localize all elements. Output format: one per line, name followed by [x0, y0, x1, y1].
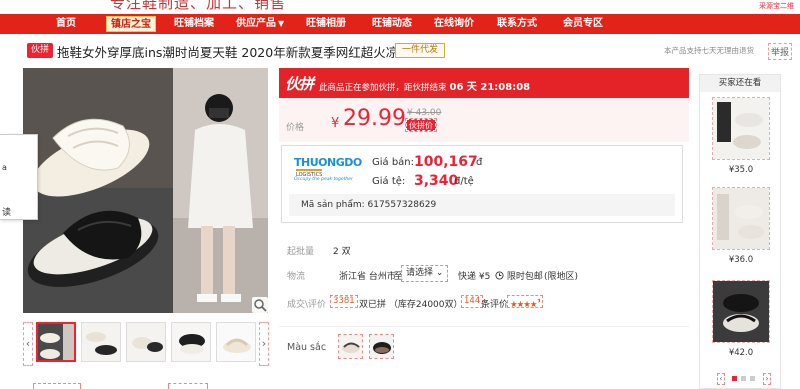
promo-text: 此商品正在参加伙拼，距伙拼结束 06 天 21:08:08 [319, 78, 530, 93]
buyers-also-viewed: 买家还在看 ¥35.0 ¥36.0 ¥42.0 [699, 74, 781, 389]
shop-slogan: 专注鞋制造、加工、销售 [110, 0, 287, 12]
nav-member[interactable]: 会员专区 [563, 14, 603, 34]
report-link[interactable]: 举报 [768, 43, 793, 60]
floating-side-panel: a 读 [0, 134, 38, 220]
thuongdo-logo: THUONGDO LOGISTICS Occupy the peak toget… [294, 156, 368, 184]
side-panel-text: a [2, 163, 7, 172]
countdown-timer: 06 天 21:08:08 [449, 82, 531, 93]
magnifier-icon [254, 299, 267, 312]
deals-label: 成交\评价 [287, 300, 327, 310]
recommended-item[interactable]: ¥36.0 [708, 187, 774, 265]
sold-count[interactable]: 3381 [330, 295, 358, 308]
thumbnail-5[interactable] [216, 322, 256, 362]
group-price-badge: 伙拼价 [405, 118, 437, 132]
price-currency: ¥ [331, 116, 340, 131]
nav-shop-profile[interactable]: 旺铺档案 [174, 14, 214, 34]
product-photo [23, 68, 268, 313]
recommended-item[interactable]: ¥35.0 [708, 97, 774, 175]
sold-text: 双已拼 （库存24000双） [359, 300, 463, 310]
destination-select[interactable]: 请选择 ⌄ [401, 265, 449, 282]
pager-dot[interactable] [750, 376, 755, 381]
recommended-item-price: ¥36.0 [728, 255, 754, 265]
bottom-link-box[interactable] [168, 383, 208, 389]
min-order-value: 2 双 [333, 247, 351, 257]
qr-code-link[interactable]: 采源宝二维 [759, 1, 794, 11]
bottom-link-box[interactable] [33, 383, 81, 389]
top-banner: 专注鞋制造、加工、销售 采源宝二维 [0, 0, 800, 14]
exchange-rate-unit: đ/tệ [454, 176, 474, 187]
exchange-rate-value: 3,340 [414, 173, 459, 189]
recommended-item-price: ¥35.0 [728, 165, 754, 175]
buyers-also-viewed-title: 买家还在看 [700, 75, 780, 92]
exchange-rate-label: Giá tệ: [372, 176, 406, 187]
region-limit: (限地区) [544, 272, 579, 282]
group-buy-tag: 伙拼 [27, 43, 54, 58]
thumbnail-4[interactable] [171, 322, 211, 362]
free-shipping-text: 限时包邮 [506, 272, 543, 282]
recommended-item-image [712, 280, 770, 343]
color-swatch-black[interactable] [369, 334, 394, 359]
chevron-left-icon[interactable]: ‹ [717, 373, 725, 385]
express-fee: 快递 ¥5 [458, 272, 491, 282]
recommended-item[interactable]: ¥42.0 [708, 280, 774, 358]
sell-price-value: 100,167 [414, 154, 478, 170]
group-buy-promo-bar: 伙拼 此商品正在参加伙拼，距伙拼结束 06 天 21:08:08 [279, 68, 689, 98]
recommended-item-price: ¥42.0 [728, 348, 754, 358]
dropship-badge[interactable]: 一件代发 [395, 43, 446, 58]
min-order-label: 起批量 [287, 247, 315, 257]
logistics-origin: 浙江省 台州市 [339, 272, 396, 282]
recommended-item-image [712, 97, 770, 160]
product-title-row: 伙拼 拖鞋女外穿厚底ins潮时尚夏天鞋 2020年新款夏季网红超火凉拖 一件代发… [0, 40, 800, 62]
product-title: 拖鞋女外穿厚底ins潮时尚夏天鞋 2020年新款夏季网红超火凉拖 [57, 45, 411, 60]
free-shipping-limited: 限时包邮 [495, 269, 543, 282]
main-product-image[interactable] [23, 68, 268, 313]
nav-products-label: 供应产品 [236, 18, 276, 29]
zoom-button[interactable] [252, 297, 268, 313]
recommended-item-image [712, 187, 770, 250]
logistics-label: 物流 [287, 272, 306, 282]
chevron-down-icon: ⌄ [435, 268, 444, 278]
original-price: ¥ 43.00 [407, 108, 442, 118]
nav-contact[interactable]: 联系方式 [497, 14, 537, 34]
recommendation-pager: ‹ › [714, 373, 774, 385]
review-count[interactable]: 144 [461, 295, 484, 308]
chevron-left-icon[interactable]: ‹ [23, 322, 33, 366]
group-buy-logo: 伙拼 [285, 75, 314, 93]
nav-home[interactable]: 首页 [56, 14, 76, 34]
clock-icon [495, 271, 504, 280]
thumbnail-strip: ‹ › [23, 322, 273, 366]
promo-message: 此商品正在参加伙拼，距伙拼结束 [319, 83, 447, 93]
thumbnail-1[interactable] [36, 322, 76, 362]
logo-main-text: THUONGDO [294, 156, 362, 169]
pager-dot[interactable] [732, 376, 737, 381]
section-divider [279, 326, 689, 327]
thumbnail-2[interactable] [81, 322, 121, 362]
side-panel-read[interactable]: 读 [2, 205, 11, 218]
nav-inquiry[interactable]: 在线询价 [434, 14, 474, 34]
dropdown-caret-icon: ▼ [278, 19, 285, 28]
chevron-right-icon[interactable]: › [259, 322, 269, 366]
nav-featured-badge[interactable]: 镇店之宝 [106, 16, 156, 32]
price-value: 29.99 [343, 106, 406, 131]
nav-products[interactable]: 供应产品 ▼ [236, 14, 284, 34]
rating-stars[interactable]: ★★★★★ [507, 295, 544, 310]
product-sku: Mã sản phẩm: 617557328629 [289, 194, 675, 216]
chevron-right-icon[interactable]: › [763, 373, 771, 385]
nav-album[interactable]: 旺铺相册 [306, 14, 346, 34]
nav-news[interactable]: 旺铺动态 [372, 14, 412, 34]
sell-price-unit: đ [476, 157, 483, 168]
pager-dot[interactable] [741, 376, 746, 381]
thumbnail-3[interactable] [126, 322, 166, 362]
color-label: Màu sắc [287, 342, 327, 353]
price-area: 价格 ¥ 29.99 ¥ 43.00 伙拼价 [279, 98, 689, 142]
logo-tagline: Occupy the peak together [294, 177, 353, 182]
shop-navbar: 首页 镇店之宝 旺铺档案 供应产品 ▼ 旺铺相册 旺铺动态 在线询价 联系方式 会… [0, 14, 800, 34]
vietnam-price-box: THUONGDO LOGISTICS Occupy the peak toget… [281, 145, 683, 223]
sell-price-label: Giá bán: [372, 157, 415, 168]
return-policy-note: 本产品支持七天无理由退货 [664, 46, 754, 55]
review-text: 条评价 [481, 300, 509, 310]
price-label: 价格 [286, 123, 305, 133]
color-swatch-white[interactable] [338, 334, 363, 359]
destination-select-value: 请选择 [406, 268, 434, 278]
